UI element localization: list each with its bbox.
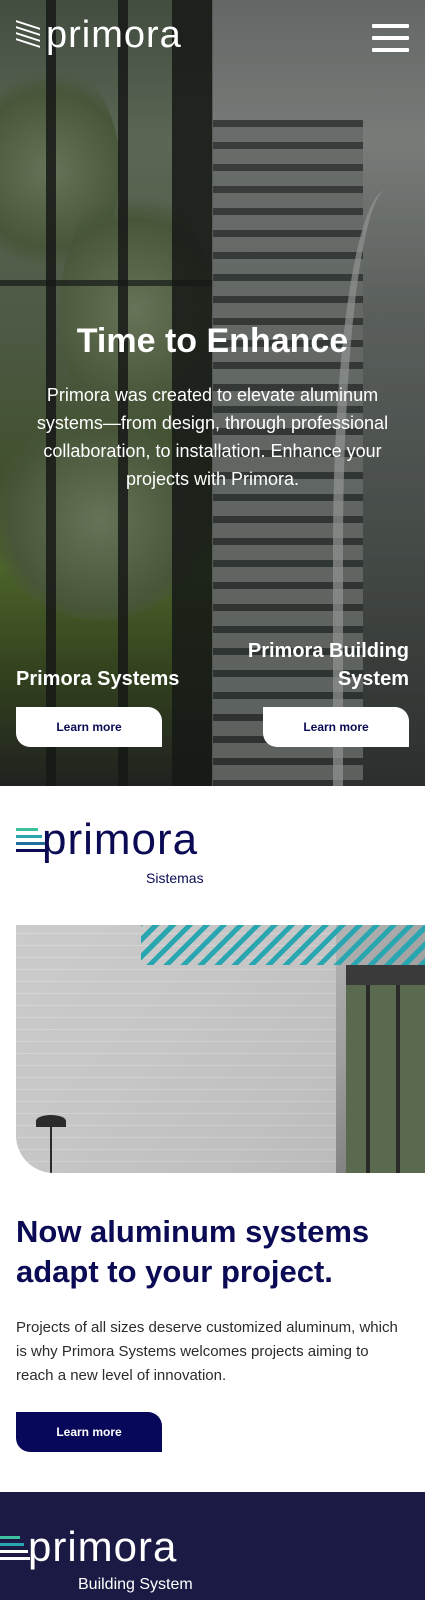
ceiling-beam xyxy=(346,965,425,985)
card-label-building-system: Primora Building System xyxy=(247,640,409,690)
lamp-icon xyxy=(36,1115,66,1173)
learn-more-building-button[interactable]: Learn more xyxy=(263,707,409,747)
interior-photo xyxy=(16,925,425,1173)
hero-description: Primora was created to elevate aluminum … xyxy=(36,385,389,489)
learn-more-button[interactable]: Learn more xyxy=(16,1412,162,1452)
header-logo[interactable]: primora xyxy=(16,16,182,54)
logo-wordmark: primora xyxy=(28,1523,178,1570)
logo-stripes-icon xyxy=(16,18,44,52)
hamburger-menu-icon[interactable] xyxy=(372,24,409,52)
section-description: Projects of all sizes deserve customized… xyxy=(16,1319,398,1384)
hero-section: primora Time to Enhance Primora was crea… xyxy=(0,0,425,786)
logo-wordmark: primora xyxy=(46,14,182,56)
logo-subtitle: Building System xyxy=(78,1576,193,1593)
section-title: Now aluminum systems adapt to your proje… xyxy=(16,1214,370,1289)
logo-wordmark: primora xyxy=(42,815,199,864)
learn-more-systems-button[interactable]: Learn more xyxy=(16,707,162,747)
window-view xyxy=(346,985,425,1173)
diagonal-stripes-accent xyxy=(141,925,425,965)
hero-title: Time to Enhance xyxy=(76,322,349,360)
card-label-primora-systems: Primora Systems xyxy=(16,668,180,690)
logo-subtitle: Sistemas xyxy=(146,870,204,886)
